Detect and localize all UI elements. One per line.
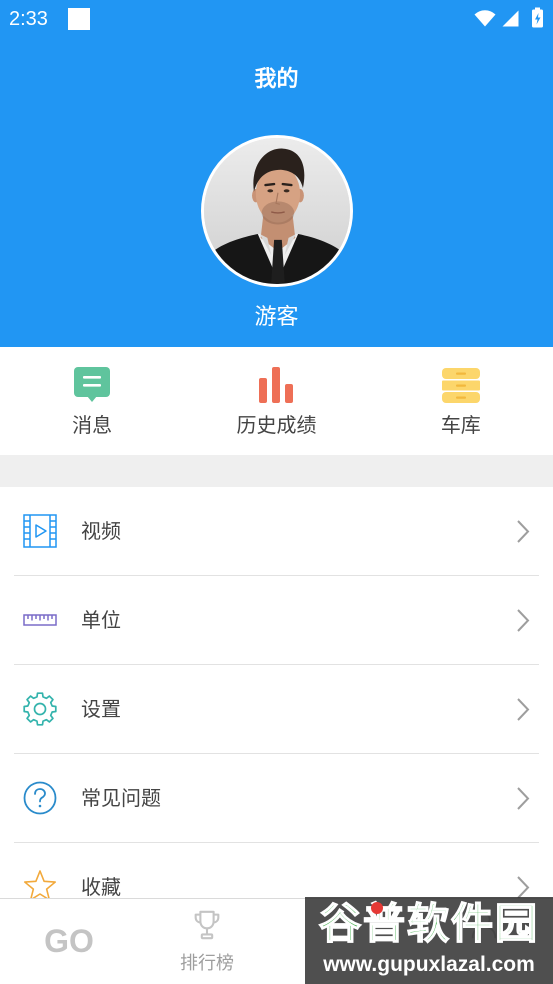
go-logo: GO [44,923,94,959]
garage-drawer-icon [441,365,481,405]
section-gap [0,455,553,487]
nav-tab-leaderboard[interactable]: 排行榜 [138,899,276,984]
chevron-right-icon [516,697,530,722]
watermark: 谷普软件园 www.gupuxlazal.com [305,897,553,984]
profile-header: 2:33 我的 游客 [0,0,553,347]
menu-item-video[interactable]: 视频 [0,487,553,576]
chevron-right-icon [516,786,530,811]
nav-label: 排行榜 [180,953,234,974]
quick-action-history-scores[interactable]: 历史成绩 [184,347,368,455]
quick-action-label: 历史成绩 [236,413,317,437]
quick-action-label: 消息 [72,413,113,437]
trophy-icon [190,908,224,942]
quick-action-messages[interactable]: 消息 [0,347,184,455]
battery-charging-icon [531,7,544,28]
ruler-icon [22,602,58,638]
menu-item-settings[interactable]: 设置 [0,665,553,754]
notification-square-icon [68,8,90,30]
menu-list: 视频 单位 设置 常见问题 收藏 [0,487,553,932]
signal-icon [502,10,519,27]
avatar-photo [204,138,350,284]
chevron-right-icon [516,608,530,633]
wifi-icon [474,10,496,27]
menu-item-label: 单位 [81,608,121,632]
chevron-right-icon [516,519,530,544]
quick-action-label: 车库 [440,413,481,437]
watermark-title: 谷普软件园 [318,898,539,949]
profile-screen: 2:33 我的 游客 消息 历史成绩 车库 视频 单位 设置 常见问题 收藏 G… [0,0,553,984]
quick-actions: 消息 历史成绩 车库 [0,347,553,455]
menu-item-faq[interactable]: 常见问题 [0,754,553,843]
nav-tab-go[interactable]: GO [0,899,138,984]
menu-item-units[interactable]: 单位 [0,576,553,665]
bar-chart-icon [256,365,296,405]
username[interactable]: 游客 [0,301,553,335]
video-icon [22,513,58,549]
question-icon [22,780,58,816]
menu-item-label: 视频 [81,519,121,543]
notification-badge [371,902,383,914]
menu-item-label: 收藏 [81,875,121,899]
status-time: 2:33 [9,8,48,30]
menu-item-label: 设置 [81,697,121,721]
quick-action-garage[interactable]: 车库 [369,347,553,455]
message-icon [72,365,112,405]
menu-item-label: 常见问题 [81,786,161,810]
avatar[interactable] [201,135,353,287]
gear-icon [22,691,58,727]
page-title: 我的 [254,67,299,92]
watermark-url: www.gupuxlazal.com [323,953,535,976]
